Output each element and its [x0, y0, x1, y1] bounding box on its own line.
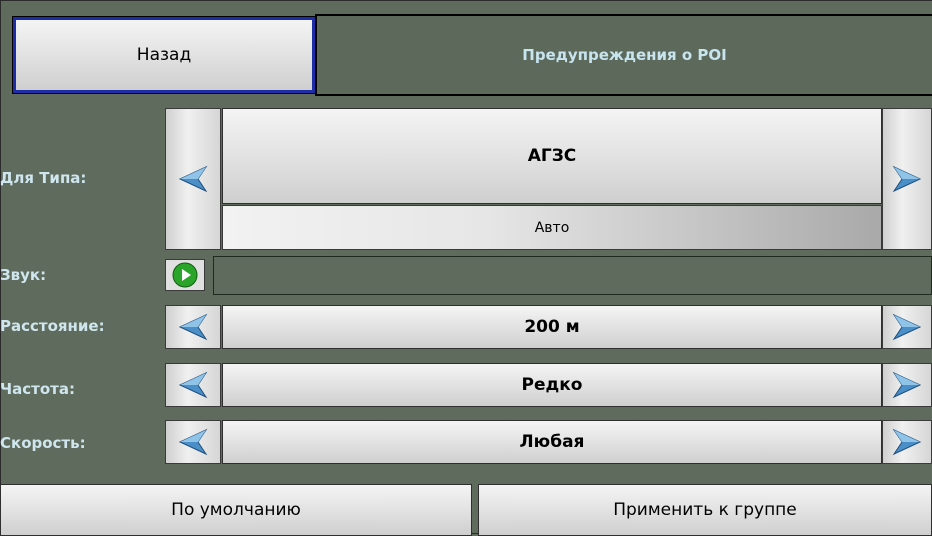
sound-field[interactable] [213, 256, 932, 295]
distance-value-button[interactable]: 200 м [222, 305, 882, 349]
sound-label: Звук: [0, 266, 47, 284]
type-value-button[interactable]: АГЗС [222, 108, 882, 204]
arrow-left-icon [178, 313, 208, 341]
arrow-right-icon [892, 371, 922, 399]
play-icon [172, 262, 198, 288]
default-button[interactable]: По умолчанию [0, 484, 472, 536]
type-label: Для Типа: [0, 169, 87, 187]
type-category-field: Авто [222, 205, 882, 250]
arrow-left-icon [178, 165, 208, 193]
frequency-prev-button[interactable] [165, 363, 221, 407]
play-sound-button[interactable] [165, 259, 205, 291]
distance-prev-button[interactable] [165, 305, 221, 349]
arrow-right-icon [892, 428, 922, 456]
speed-value-button[interactable]: Любая [222, 420, 882, 464]
arrow-right-icon [892, 165, 922, 193]
speed-label: Скорость: [0, 434, 86, 452]
frequency-value-button[interactable]: Редко [222, 363, 882, 407]
type-prev-button[interactable] [165, 108, 221, 250]
distance-next-button[interactable] [882, 305, 932, 349]
arrow-left-icon [178, 371, 208, 399]
distance-label: Расстояние: [0, 317, 105, 335]
speed-prev-button[interactable] [165, 420, 221, 464]
type-next-button[interactable] [882, 108, 932, 250]
speed-next-button[interactable] [882, 420, 932, 464]
apply-to-group-button[interactable]: Применить к группе [478, 484, 932, 536]
back-button[interactable]: Назад [12, 16, 316, 94]
page-title: Предупреждения о POI [315, 14, 932, 96]
frequency-label: Частота: [0, 380, 75, 398]
arrow-right-icon [892, 313, 922, 341]
arrow-left-icon [178, 428, 208, 456]
frequency-next-button[interactable] [882, 363, 932, 407]
